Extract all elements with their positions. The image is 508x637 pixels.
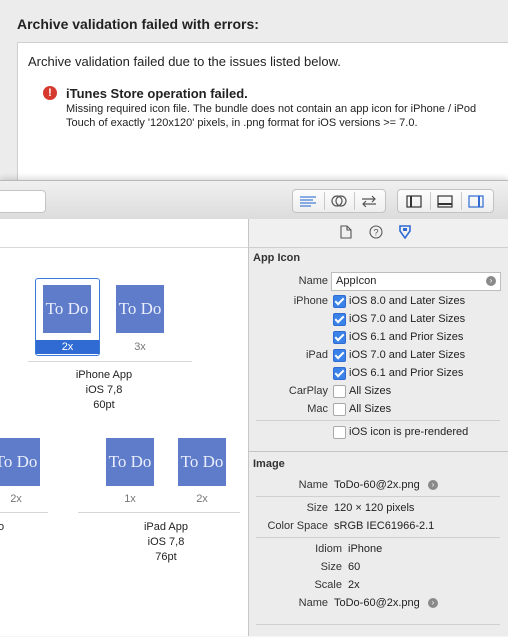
iphone-group-title: iPhone App (75, 369, 133, 381)
iphone-ios6-label: iOS 6.1 and Prior Sizes (349, 331, 464, 343)
section-divider (249, 451, 508, 452)
icon-well-ipad-2x[interactable]: To Do (178, 438, 226, 486)
app-icon-separator (256, 420, 500, 421)
ipad-group-divider (78, 512, 240, 513)
ipad-ios7-label: iOS 7.0 and Later Sizes (349, 349, 466, 361)
mac-all-sizes-label: All Sizes (349, 403, 392, 415)
iphone-ios8-label: iOS 8.0 and Later Sizes (349, 295, 466, 307)
iphone-ios6-checkbox[interactable] (333, 331, 346, 344)
iphone-group-divider (28, 361, 192, 362)
assistant-editor-icon[interactable] (326, 190, 352, 212)
scale-label: Scale (314, 579, 342, 591)
navigator-toggle-icon[interactable] (401, 190, 427, 212)
ipad-label: iPad (305, 349, 328, 361)
file-inspector-icon[interactable] (340, 225, 352, 242)
scale-label-ipad-left-2x: 2x (10, 493, 22, 505)
image-size-label: Size (306, 502, 328, 514)
prerendered-label: iOS icon is pre-rendered (349, 426, 469, 438)
icon-well-ipad-left-2x[interactable]: To Do (0, 438, 40, 486)
image-section-title: Image (253, 458, 285, 470)
icon-well-iphone-3x[interactable]: To Do (116, 285, 164, 333)
issue-title: iTunes Store operation failed. (66, 86, 248, 101)
iphone-ios7-label: iOS 7.0 and Later Sizes (349, 313, 466, 325)
image-name-value: ToDo-60@2x.png (334, 479, 420, 491)
quick-help-icon[interactable]: ? (369, 225, 383, 242)
name-go-arrow-icon[interactable]: › (486, 276, 496, 286)
app-icon-section-title: App Icon (253, 252, 301, 264)
sheet-title: Archive validation failed with errors: (17, 16, 259, 32)
icon-well-iphone-2x[interactable]: To Do (43, 285, 91, 333)
utilities-toggle-icon[interactable] (463, 190, 489, 212)
image-info-separator (256, 537, 500, 538)
cut-group-label: o (0, 521, 5, 533)
app-icon-name-value: AppIcon (336, 275, 377, 287)
scale-value: 2x (348, 579, 360, 591)
canvas-header (0, 219, 248, 248)
svg-text:?: ? (373, 228, 378, 238)
slot-size-label: Size (320, 561, 342, 573)
ipad-ios6-checkbox[interactable] (333, 367, 346, 380)
ipad-group-title: iPad App (143, 521, 189, 533)
ipad-group-os: iOS 7,8 (147, 536, 185, 548)
iphone-group-label: iPhone App iOS 7,8 60pt (43, 368, 165, 413)
mac-checkbox[interactable] (333, 403, 346, 416)
error-icon: ! (43, 86, 57, 100)
issue-detail-line-2: Touch of exactly '120x120' pixels, in .p… (66, 117, 418, 129)
editor-mode-control (292, 189, 386, 213)
file-name-arrow-icon[interactable]: › (428, 598, 438, 608)
ipad-group-label: iPad App iOS 7,8 76pt (105, 520, 227, 565)
mac-label: Mac (307, 403, 328, 415)
color-space-value: sRGB IEC61966-2.1 (334, 520, 435, 532)
ipad-left-divider (0, 512, 48, 513)
file-name-value: ToDo-60@2x.png (334, 597, 420, 609)
debug-area-toggle-icon[interactable] (432, 190, 458, 212)
iphone-label: iPhone (293, 295, 328, 307)
iphone-ios7-checkbox[interactable] (333, 313, 346, 326)
icon-well-ipad-1x[interactable]: To Do (106, 438, 154, 486)
iphone-ios8-checkbox[interactable] (333, 295, 346, 308)
ipad-ios7-checkbox[interactable] (333, 349, 346, 362)
image-size-value: 120 × 120 pixels (334, 502, 415, 514)
iphone-group-os: iOS 7,8 (85, 384, 123, 396)
ipad-group-size: 76pt (155, 551, 177, 563)
scale-label-iphone-2x: 2x (36, 340, 99, 354)
carplay-checkbox[interactable] (333, 385, 346, 398)
idiom-label: Idiom (315, 543, 342, 555)
carplay-all-sizes-label: All Sizes (349, 385, 392, 397)
slot-size-value: 60 (348, 561, 361, 573)
app-icon-name-label: Name (298, 275, 328, 287)
carplay-label: CarPlay (288, 385, 328, 397)
standard-editor-icon[interactable] (295, 190, 321, 212)
image-bottom-separator (256, 624, 500, 625)
view-toggle-control (397, 189, 494, 213)
scale-label-ipad-1x: 1x (124, 493, 136, 505)
prerendered-checkbox[interactable] (333, 426, 346, 439)
file-name-label: Name (298, 597, 328, 609)
idiom-value: iPhone (348, 543, 383, 555)
image-name-separator (256, 496, 500, 497)
scale-label-iphone-3x: 3x (134, 341, 146, 353)
version-editor-icon[interactable] (356, 190, 382, 212)
iphone-group-size: 60pt (93, 399, 115, 411)
issues-message: Archive validation failed due to the iss… (28, 54, 341, 69)
issue-detail-line-1: Missing required icon file. The bundle d… (66, 103, 477, 115)
attributes-inspector-icon[interactable] (398, 225, 412, 242)
image-name-arrow-icon[interactable]: › (428, 480, 438, 490)
color-space-label: Color Space (267, 520, 328, 532)
scale-label-ipad-2x: 2x (196, 493, 208, 505)
ipad-ios6-label: iOS 6.1 and Prior Sizes (349, 367, 464, 379)
image-name-label: Name (298, 479, 328, 491)
toolbar-status-field[interactable] (0, 190, 46, 213)
